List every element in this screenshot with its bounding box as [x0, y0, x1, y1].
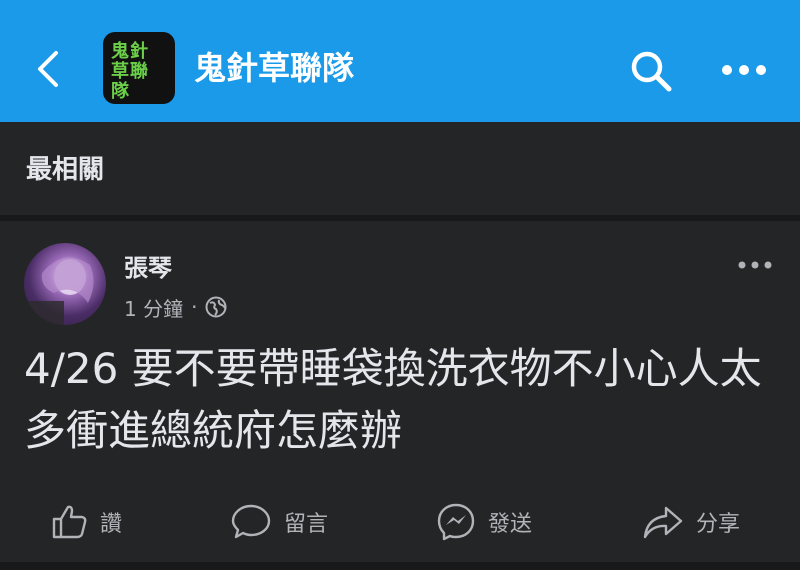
bottom-divider — [0, 562, 800, 570]
group-avatar[interactable]: 鬼針 草聯隊 — [103, 32, 175, 104]
messenger-icon — [437, 503, 475, 541]
post-options-button[interactable] — [734, 252, 776, 278]
search-icon — [631, 51, 672, 92]
comment-icon — [231, 504, 271, 539]
avatar-image — [24, 257, 94, 325]
avatar[interactable] — [24, 243, 106, 325]
group-name[interactable]: 鬼針草聯隊 — [194, 46, 354, 90]
chevron-left-icon — [38, 51, 58, 87]
send-button[interactable]: 發送 — [436, 494, 532, 550]
share-button[interactable]: 分享 — [642, 494, 740, 550]
more-horizontal-icon — [722, 65, 766, 75]
globe-icon — [205, 296, 227, 318]
share-icon — [643, 506, 683, 539]
post-author[interactable]: 張琴 — [124, 252, 172, 284]
like-label: 讚 — [100, 512, 123, 537]
action-bar: 讚 留言 發送 分享 — [0, 494, 800, 550]
comment-label: 留言 — [284, 512, 329, 537]
search-button[interactable] — [626, 46, 676, 96]
share-label: 分享 — [696, 512, 741, 537]
post-time[interactable]: 1 分鐘 — [124, 293, 183, 322]
app-header: 鬼針 草聯隊 鬼針草聯隊 — [0, 0, 800, 122]
more-options-button[interactable] — [716, 50, 772, 90]
send-label: 發送 — [488, 512, 533, 537]
comment-button[interactable]: 留言 — [230, 494, 328, 550]
meta-separator: · — [191, 295, 198, 319]
group-avatar-text: 鬼針 草聯隊 — [111, 41, 149, 102]
post-meta: 1 分鐘 · — [124, 292, 227, 322]
like-button[interactable]: 讚 — [50, 494, 122, 550]
more-horizontal-icon — [738, 261, 772, 269]
section-bar — [0, 122, 800, 215]
thumbs-up-icon — [52, 505, 87, 539]
post-text: 4/26 要不要帶睡袋換洗衣物不小心人太多衝進總統府怎麼辦 — [24, 344, 762, 455]
back-button[interactable] — [28, 46, 68, 92]
sort-label[interactable]: 最相關 — [26, 152, 104, 188]
